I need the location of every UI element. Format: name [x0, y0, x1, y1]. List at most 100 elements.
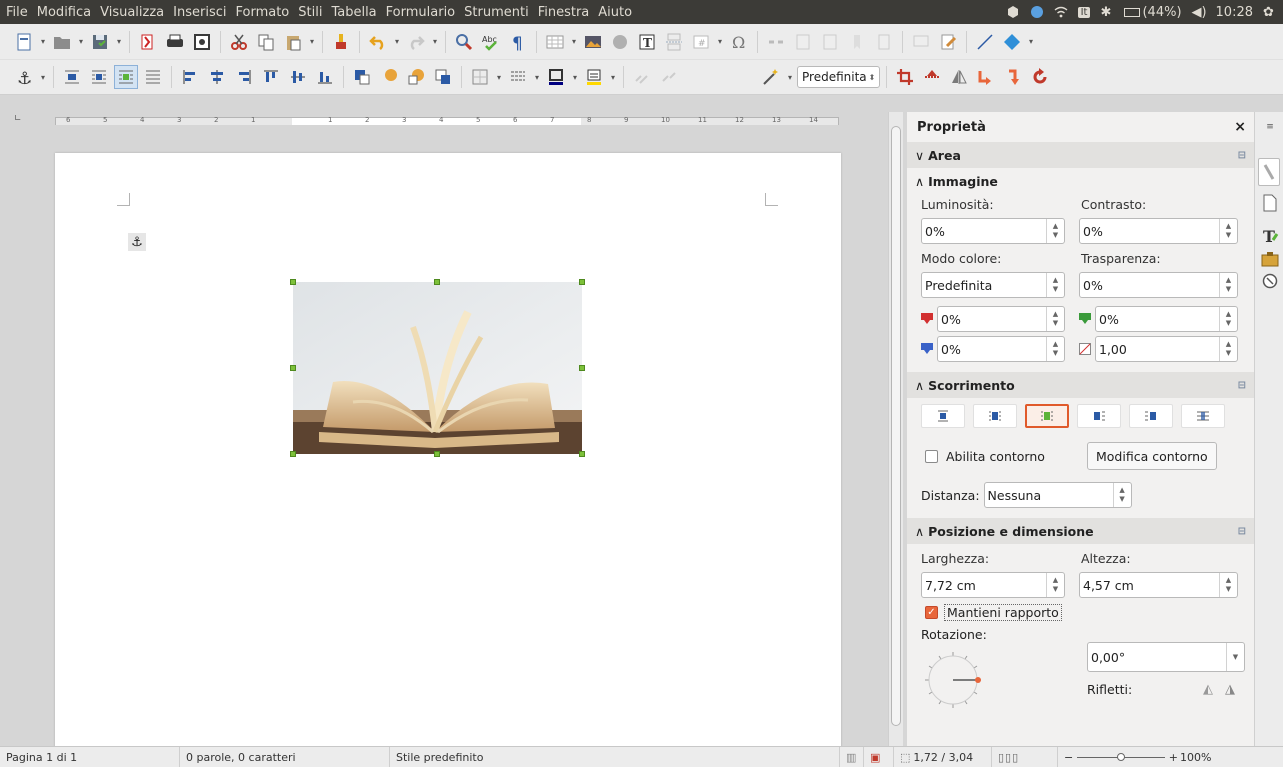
resize-handle-right[interactable] [579, 365, 585, 371]
borders-icon[interactable] [468, 65, 492, 89]
transparency-field[interactable]: 0% ▲ ▼ [1079, 272, 1238, 298]
open-folder-icon[interactable] [50, 30, 74, 54]
insert-image-icon[interactable] [581, 30, 605, 54]
width-field[interactable]: 7,72 cm ▲ ▼ [921, 572, 1065, 598]
wrap-optimal-icon[interactable] [114, 65, 138, 89]
align-bottom-icon[interactable] [313, 65, 337, 89]
resize-handle-top-right[interactable] [579, 279, 585, 285]
forward-one-icon[interactable] [377, 65, 401, 89]
wifi-icon[interactable] [1054, 5, 1068, 19]
gamma-field[interactable]: 1,00 ▲ ▼ [1095, 336, 1238, 362]
wrap-right-button[interactable] [1129, 404, 1173, 428]
dropdown-arrows-icon[interactable]: ▲ ▼ [1046, 273, 1064, 297]
volume-icon[interactable]: ◀) [1192, 5, 1207, 20]
special-character-icon[interactable]: Ω [727, 30, 751, 54]
zoom-in-icon[interactable]: + [1169, 751, 1178, 764]
border-style-icon[interactable] [506, 65, 530, 89]
clone-formatting-icon[interactable] [329, 30, 353, 54]
distance-select[interactable]: Nessuna ▲ ▼ [983, 482, 1132, 508]
border-style-dropdown-icon[interactable]: ▾ [533, 65, 541, 89]
formatting-marks-icon[interactable]: ¶ [506, 30, 530, 54]
menu-inserisci[interactable]: Inserisci [170, 5, 229, 20]
wrap-page-icon[interactable] [87, 65, 111, 89]
spin-arrows-icon[interactable]: ▲ ▼ [1046, 219, 1064, 243]
border-color-dropdown-icon[interactable]: ▾ [571, 65, 579, 89]
insert-cross-reference-icon[interactable] [872, 30, 896, 54]
spin-arrows-icon[interactable]: ▲ ▼ [1046, 573, 1064, 597]
redo-dropdown-icon[interactable]: ▾ [431, 30, 439, 54]
contrast-field[interactable]: 0% ▲ ▼ [1079, 218, 1238, 244]
resize-handle-top[interactable] [434, 279, 440, 285]
redo-icon[interactable] [404, 30, 428, 54]
fontwork-dropdown-icon[interactable]: ▾ [786, 65, 794, 89]
menu-file[interactable]: File [3, 5, 31, 20]
height-field[interactable]: 4,57 cm ▲ ▼ [1079, 572, 1238, 598]
rotation-dial[interactable] [921, 648, 985, 712]
align-right-icon[interactable] [232, 65, 256, 89]
keyboard-layout-indicator[interactable]: It [1077, 6, 1091, 18]
menu-formulario[interactable]: Formulario [383, 5, 458, 20]
spin-arrows-icon[interactable]: ▲ ▼ [1219, 219, 1237, 243]
menu-strumenti[interactable]: Strumenti [461, 5, 532, 20]
image-anchor-icon[interactable]: ⚓ [128, 233, 146, 251]
status-view-modes-icon[interactable]: ▯▯▯ [992, 746, 1058, 767]
dropdown-icon[interactable]: ▼ [1226, 643, 1244, 671]
edit-contour-button[interactable]: Modifica contorno [1087, 442, 1217, 470]
page-break-icon[interactable] [662, 30, 686, 54]
gallery-tab-icon[interactable] [1261, 250, 1279, 268]
insert-comment-icon[interactable] [909, 30, 933, 54]
anchor-icon[interactable]: ⚓ [12, 65, 36, 89]
color-mode-select[interactable]: Predefinita ▲ ▼ [921, 272, 1065, 298]
menu-aiuto[interactable]: Aiuto [595, 5, 635, 20]
menu-tabella[interactable]: Tabella [328, 5, 379, 20]
red-field[interactable]: 0% ▲ ▼ [937, 306, 1065, 332]
properties-tab-icon[interactable] [1258, 158, 1280, 186]
export-pdf-icon[interactable] [136, 30, 160, 54]
page-tab-icon[interactable] [1261, 194, 1279, 212]
zoom-slider[interactable]: − + [1058, 747, 1178, 767]
sidebar-menu-icon[interactable]: ≡ [1261, 118, 1279, 136]
insert-chart-icon[interactable] [608, 30, 632, 54]
border-color-icon[interactable] [544, 65, 568, 89]
open-dropdown-icon[interactable]: ▾ [77, 30, 85, 54]
align-top-icon[interactable] [259, 65, 283, 89]
rotate-icon[interactable] [1028, 65, 1052, 89]
undo-icon[interactable] [366, 30, 390, 54]
rotation-field[interactable]: 0,00° ▼ [1087, 642, 1245, 672]
spin-arrows-icon[interactable]: ▲ ▼ [1219, 573, 1237, 597]
status-page-count[interactable]: Pagina 1 di 1 [0, 746, 180, 767]
spin-arrows-icon[interactable]: ▲ ▼ [1046, 307, 1064, 331]
wrap-off-icon[interactable] [60, 65, 84, 89]
area-color-icon[interactable] [582, 65, 606, 89]
insert-textbox-icon[interactable]: T [635, 30, 659, 54]
more-options-icon[interactable]: ⊟ [1238, 526, 1246, 537]
find-replace-icon[interactable] [452, 30, 476, 54]
status-page-style[interactable]: Stile predefinito [390, 746, 840, 767]
navigator-tab-icon[interactable] [1261, 272, 1279, 290]
resize-handle-bottom[interactable] [434, 451, 440, 457]
dropbox-icon[interactable] [1030, 5, 1044, 19]
copy-icon[interactable] [254, 30, 278, 54]
wrap-through-icon[interactable] [141, 65, 165, 89]
resize-handle-left[interactable] [290, 365, 296, 371]
insert-endnote-icon[interactable] [818, 30, 842, 54]
basic-shapes-icon[interactable] [1000, 30, 1024, 54]
status-document-modified-icon[interactable]: ▣ [864, 746, 894, 767]
menu-stili[interactable]: Stili [295, 5, 325, 20]
section-wrap-header[interactable]: ∧ Scorrimento ⊟ [907, 372, 1254, 398]
bring-to-front-icon[interactable] [350, 65, 374, 89]
new-document-icon[interactable] [12, 30, 36, 54]
section-position-header[interactable]: ∧ Posizione e dimensione ⊟ [907, 518, 1254, 544]
align-left-icon[interactable] [178, 65, 202, 89]
insert-bookmark-icon[interactable] [845, 30, 869, 54]
wrap-through-button[interactable] [1181, 404, 1225, 428]
wrap-optimal-button[interactable] [1025, 404, 1069, 428]
link-frames-icon[interactable] [630, 65, 654, 89]
clock[interactable]: 10:28 [1216, 5, 1253, 20]
sidebar-close-button[interactable]: × [1234, 119, 1246, 135]
styles-tab-icon[interactable]: T [1261, 226, 1279, 244]
section-image-header[interactable]: ∧ Immagine [907, 168, 1254, 194]
resize-handle-bottom-right[interactable] [579, 451, 585, 457]
save-icon[interactable] [88, 30, 112, 54]
more-options-icon[interactable]: ⊟ [1238, 150, 1246, 161]
